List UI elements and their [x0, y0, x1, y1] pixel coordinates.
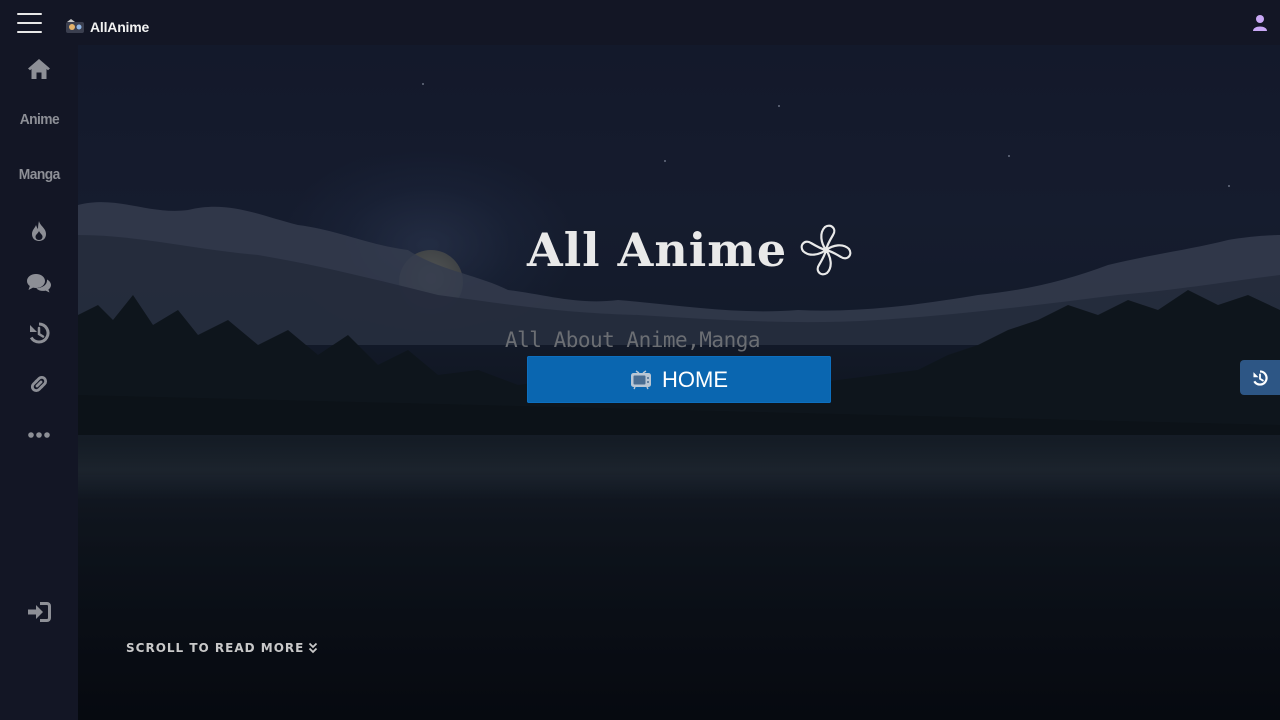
home-icon: [28, 59, 50, 79]
history-float-button[interactable]: [1240, 360, 1280, 395]
user-icon[interactable]: [1252, 14, 1268, 32]
more-icon: [28, 432, 50, 438]
hero-subtitle: All About Anime,Manga: [505, 328, 761, 352]
sidebar-item-home[interactable]: [0, 55, 78, 83]
sidebar-item-trending[interactable]: [0, 218, 78, 244]
sidebar-item-label: Manga: [18, 165, 61, 183]
scroll-label: SCROLL TO READ MORE: [126, 641, 305, 655]
home-button-label: HOME: [662, 366, 728, 392]
sidebar-login[interactable]: [0, 600, 78, 624]
brand-logo-icon: [66, 19, 84, 33]
pinwheel-icon: [800, 224, 852, 276]
hamburger-menu-icon[interactable]: [17, 11, 42, 33]
sidebar-item-links[interactable]: [0, 371, 78, 397]
link-icon: [30, 375, 48, 393]
fire-icon: [32, 221, 46, 241]
sidebar: Anime Manga: [0, 45, 78, 720]
brand-link[interactable]: AllAnime: [65, 16, 149, 38]
sidebar-item-comments[interactable]: [0, 271, 78, 295]
hero-section: All Anime All About Anime,Manga HOME SCR…: [78, 45, 1280, 720]
sidebar-item-more[interactable]: [0, 425, 78, 445]
hero-title-text: All Anime: [527, 223, 788, 277]
sign-in-icon: [28, 602, 51, 622]
history-icon: [29, 322, 50, 344]
scroll-to-read-more[interactable]: SCROLL TO READ MORE: [126, 641, 318, 655]
sidebar-item-history[interactable]: [0, 320, 78, 346]
comments-icon: [27, 274, 51, 293]
sidebar-item-label: Anime: [19, 110, 59, 128]
home-button[interactable]: HOME: [527, 356, 831, 403]
double-chevron-down-icon: [309, 642, 318, 654]
top-bar: AllAnime: [0, 0, 1280, 45]
tv-icon: [631, 369, 651, 389]
sidebar-item-manga[interactable]: Manga: [0, 162, 78, 186]
sidebar-item-anime[interactable]: Anime: [0, 107, 78, 131]
hero-title: All Anime: [527, 220, 855, 280]
history-icon: [1253, 369, 1268, 386]
brand-name: AllAnime: [90, 19, 150, 35]
